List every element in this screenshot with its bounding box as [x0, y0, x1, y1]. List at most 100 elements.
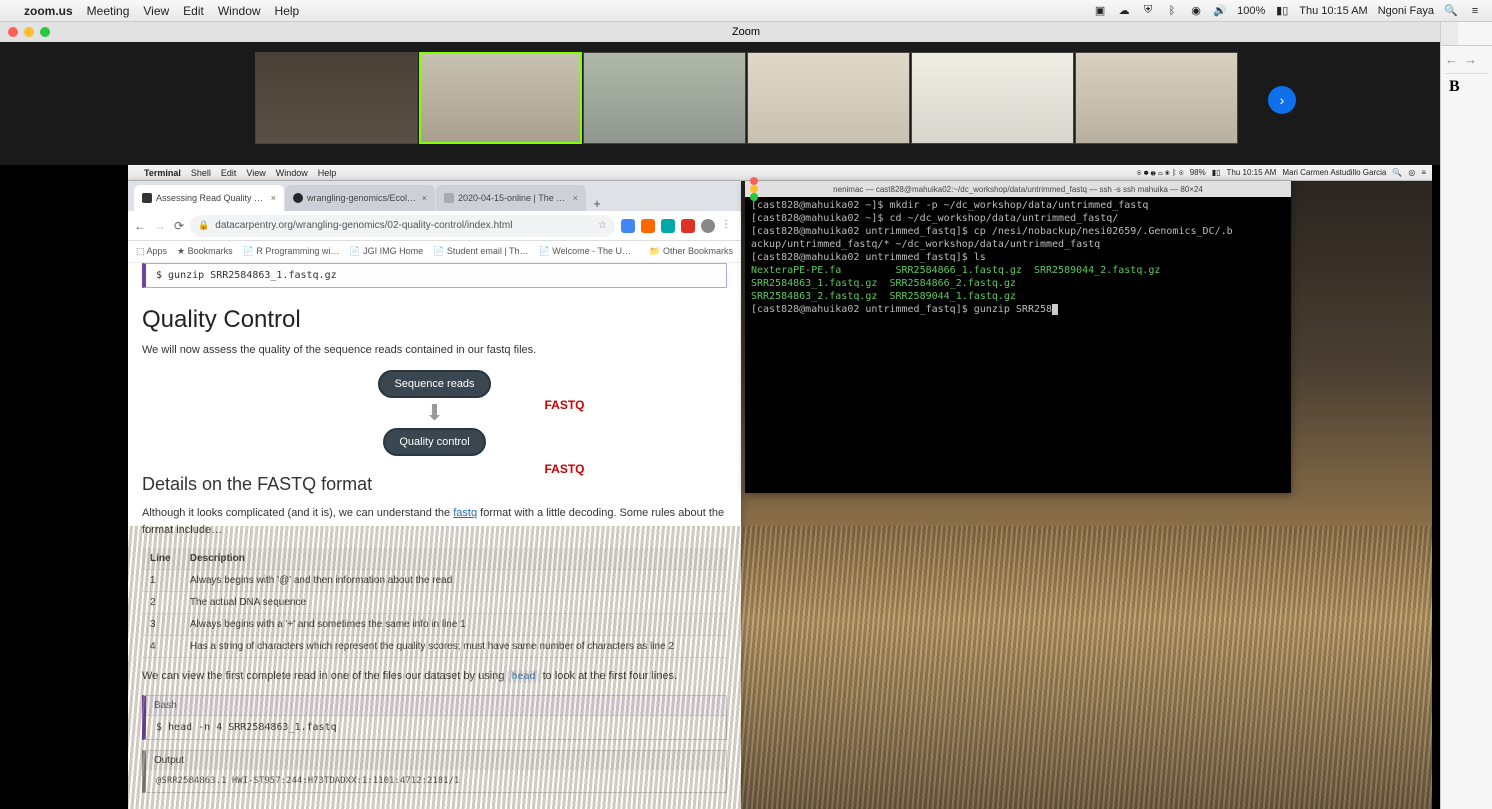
profile-icon[interactable]	[701, 219, 715, 233]
menu-icon[interactable]: ⋮	[721, 219, 735, 233]
terminal-window: nenimac — cast828@mahuika02:~/dc_worksho…	[745, 181, 1291, 493]
forward-icon[interactable]: →	[1464, 52, 1477, 67]
code-block: $ gunzip SRR2584863_1.fastq.gz	[142, 263, 727, 288]
shared-screen-container: Terminal Shell Edit View Window Help ◉ ⬢…	[0, 165, 1492, 809]
browser-tab[interactable]: wrangling-genomics/Ecoli_me… ×	[285, 185, 435, 211]
page-content[interactable]: $ gunzip SRR2584863_1.fastq.gz Quality C…	[128, 263, 741, 809]
extension-icon[interactable]	[641, 219, 655, 233]
menu-window[interactable]: Window	[218, 4, 261, 18]
bookmark[interactable]: 📄 R Programming wi…	[243, 246, 340, 257]
bookmark[interactable]: 📄 Student email | Th…	[433, 246, 528, 257]
bluetooth-icon[interactable]: ᛒ	[1165, 4, 1179, 18]
participant-tile[interactable]	[255, 52, 418, 144]
star-icon[interactable]: ☆	[598, 220, 607, 231]
terminal-title: nenimac — cast828@mahuika02:~/dc_worksho…	[745, 185, 1291, 194]
terminal-output[interactable]: [cast828@mahuika02 ~]$ mkdir -p ~/dc_wor…	[745, 197, 1291, 493]
spotlight-icon[interactable]: 🔍	[1444, 4, 1458, 18]
sidebar-tab[interactable]	[1458, 22, 1475, 46]
pill-sequence-reads: Sequence reads	[378, 370, 490, 398]
letterbox	[0, 165, 128, 809]
pill-quality-control: Quality control	[383, 428, 485, 456]
battery-percent: 100%	[1237, 5, 1265, 17]
sidebar-tab[interactable]	[1475, 22, 1492, 46]
inner-battery: 98%	[1190, 168, 1206, 177]
menu-view[interactable]: View	[143, 4, 169, 18]
tab-favicon	[444, 193, 454, 203]
tab-favicon	[142, 193, 152, 203]
bold-icon[interactable]: B	[1441, 74, 1492, 100]
maximize-button[interactable]	[40, 27, 50, 37]
list-icon: ≡	[1421, 168, 1426, 177]
bookmark[interactable]: ★ Bookmarks	[177, 246, 233, 257]
participant-tile[interactable]	[747, 52, 910, 144]
menu-edit[interactable]: Edit	[183, 4, 204, 18]
heading-quality-control: Quality Control	[142, 306, 727, 334]
gallery-next-button[interactable]: ›	[1268, 86, 1296, 114]
participant-tile[interactable]	[911, 52, 1074, 144]
camera-icon[interactable]: ▣	[1093, 4, 1107, 18]
other-bookmarks[interactable]: 📁 Other Bookmarks	[649, 246, 733, 257]
reload-button[interactable]: ⟳	[174, 219, 184, 233]
wifi-icon[interactable]: ◉	[1189, 4, 1203, 18]
fastq-link[interactable]: fastq	[453, 507, 477, 519]
close-button[interactable]	[750, 177, 758, 185]
table-row: 2The actual DNA sequence	[142, 592, 727, 614]
cloud-icon[interactable]: ☁	[1117, 4, 1131, 18]
sidebar-nav: ← →	[1441, 46, 1492, 73]
apps-button[interactable]: ⬚ Apps	[136, 246, 167, 257]
browser-tab[interactable]: 2020-04-15-online | The Carp ×	[436, 185, 586, 211]
extension-icon[interactable]	[681, 219, 695, 233]
close-button[interactable]	[8, 27, 18, 37]
app-name[interactable]: zoom.us	[24, 4, 73, 18]
list-icon[interactable]: ≡	[1468, 4, 1482, 18]
forward-button[interactable]: →	[154, 219, 166, 233]
extension-icon[interactable]	[661, 219, 675, 233]
minimize-button[interactable]	[750, 185, 758, 193]
chrome-tab-strip: Assessing Read Quality – Data × wranglin…	[128, 181, 741, 211]
lead-paragraph: We will now assess the quality of the se…	[142, 344, 727, 356]
menu-meeting[interactable]: Meeting	[87, 4, 130, 18]
menu-help[interactable]: Help	[275, 4, 300, 18]
maximize-button[interactable]	[750, 193, 758, 201]
inner-macos-menubar: Terminal Shell Edit View Window Help ◉ ⬢…	[128, 165, 1432, 181]
participant-tile[interactable]	[1075, 52, 1238, 144]
workflow-diagram: Sequence reads FASTQ ⬇ Quality control F…	[295, 370, 575, 456]
inner-menu-help: Help	[318, 168, 337, 178]
window-controls	[745, 177, 758, 201]
minimize-button[interactable]	[24, 27, 34, 37]
table-row: 4Has a string of characters which repres…	[142, 636, 727, 658]
user-name[interactable]: Ngoni Faya	[1378, 5, 1434, 17]
lock-icon: 🔒	[198, 220, 209, 231]
shield-icon[interactable]: ⛨	[1141, 4, 1155, 18]
sidebar-tab[interactable]	[1441, 22, 1458, 46]
clock[interactable]: Thu 10:15 AM	[1299, 5, 1368, 17]
chrome-toolbar: ← → ⟳ 🔒 datacarpentry.org/wrangling-geno…	[128, 211, 741, 241]
participant-tile-speaking[interactable]	[419, 52, 582, 144]
inner-menu-view: View	[246, 168, 265, 178]
zoom-window-titlebar: Zoom	[0, 22, 1492, 42]
inline-code: head	[507, 670, 539, 683]
battery-icon[interactable]: ▮▯	[1275, 4, 1289, 18]
outer-macos-menubar: zoom.us Meeting View Edit Window Help ▣ …	[0, 0, 1492, 22]
bookmark[interactable]: 📄 Welcome - The U…	[539, 246, 631, 257]
bookmark[interactable]: 📄 JGI IMG Home	[349, 246, 423, 257]
video-gallery: ›	[0, 42, 1492, 152]
battery-icon: ▮▯	[1212, 168, 1221, 177]
extension-icon[interactable]	[621, 219, 635, 233]
volume-icon[interactable]: 🔊	[1213, 4, 1227, 18]
participant-tile[interactable]	[583, 52, 746, 144]
back-button[interactable]: ←	[134, 219, 146, 233]
fastq-label: FASTQ	[544, 398, 584, 412]
back-icon[interactable]: ←	[1445, 52, 1458, 67]
tab-close-icon[interactable]: ×	[422, 193, 427, 203]
output-header: Output	[146, 751, 726, 770]
new-tab-button[interactable]: +	[587, 196, 607, 211]
tab-close-icon[interactable]: ×	[573, 193, 578, 203]
tab-label: wrangling-genomics/Ecoli_me…	[307, 193, 418, 203]
chrome-window: Assessing Read Quality – Data × wranglin…	[128, 181, 741, 809]
browser-tab-active[interactable]: Assessing Read Quality – Data ×	[134, 185, 284, 211]
code-header: Bash	[146, 696, 726, 716]
tab-close-icon[interactable]: ×	[271, 193, 276, 203]
inner-clock: Thu 10:15 AM	[1227, 168, 1277, 177]
address-bar[interactable]: 🔒 datacarpentry.org/wrangling-genomics/0…	[190, 215, 615, 237]
